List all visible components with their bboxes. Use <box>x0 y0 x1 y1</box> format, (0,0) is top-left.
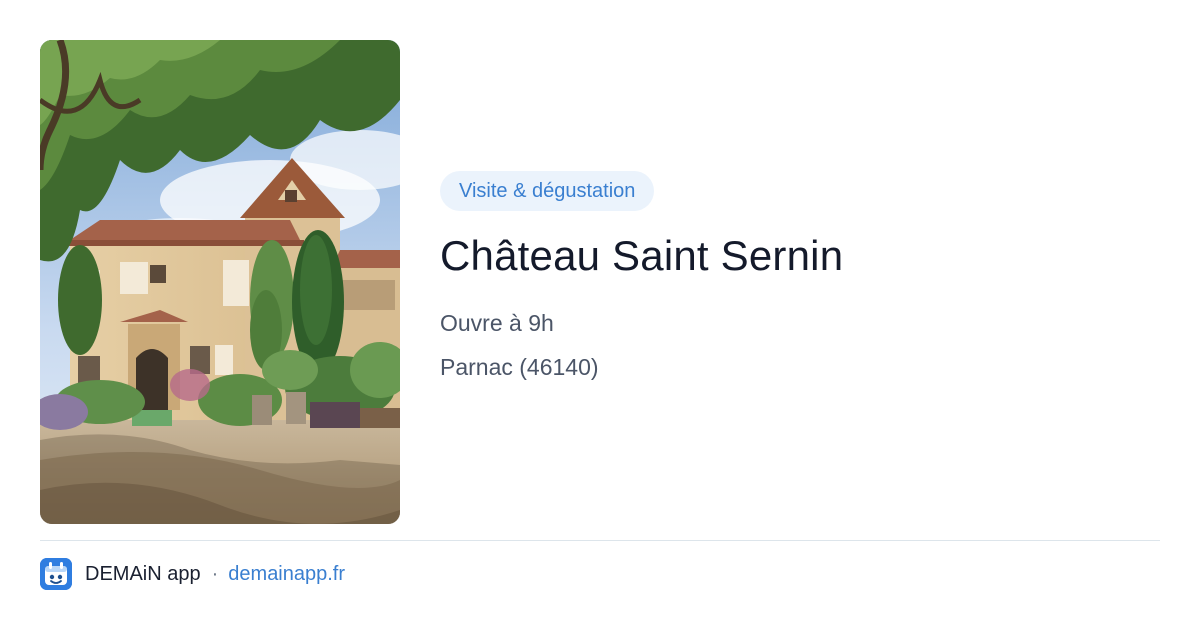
site-link[interactable]: demainapp.fr <box>228 563 345 586</box>
opening-hours: Ouvre à 9h <box>440 310 554 336</box>
app-name: DEMAiN app <box>85 562 201 585</box>
chateau-photo-illustration <box>40 40 400 524</box>
venue-info: Visite & dégustation Château Saint Serni… <box>440 171 1160 381</box>
demain-app-icon[interactable] <box>40 558 72 590</box>
footer-divider <box>40 540 1160 541</box>
footer-separator: · <box>211 562 219 585</box>
venue-photo[interactable] <box>40 40 400 524</box>
venue-location: Parnac (46140) <box>440 354 599 380</box>
venue-title[interactable]: Château Saint Sernin <box>440 231 1160 281</box>
footer: DEMAiN app · demainapp.fr <box>40 558 345 590</box>
category-badge: Visite & dégustation <box>440 171 655 211</box>
